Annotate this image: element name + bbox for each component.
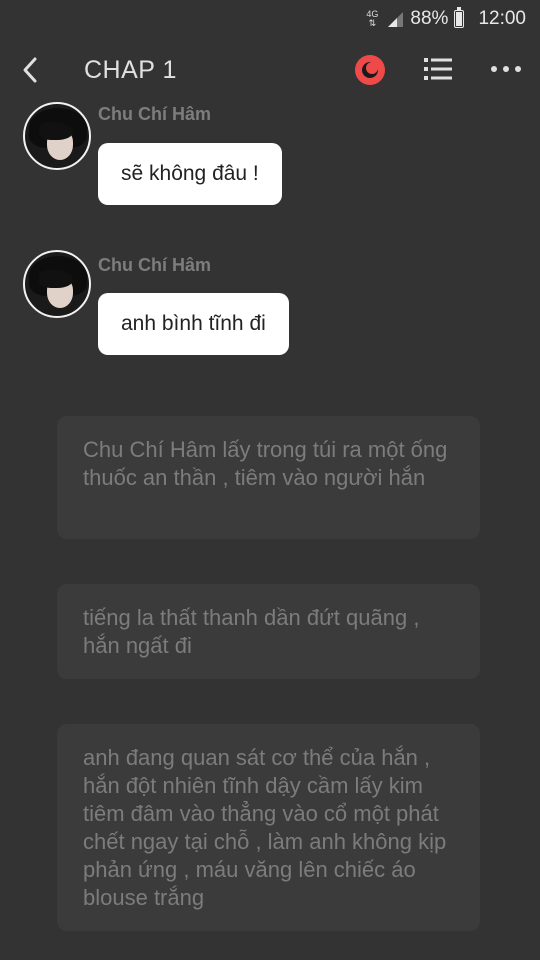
- narration-block: anh đang quan sát cơ thể của hắn , hắn đ…: [57, 724, 480, 931]
- record-button[interactable]: [355, 55, 385, 85]
- chat-content[interactable]: Chu Chí Hâm sẽ không đâu ! Chu Chí Hâm a…: [0, 102, 540, 960]
- battery-percent: 88%: [410, 8, 449, 29]
- list-icon[interactable]: [424, 54, 452, 84]
- back-button[interactable]: [12, 52, 48, 88]
- narration-block: tiếng la thất thanh dần đứt quãng , hắn …: [57, 584, 480, 679]
- app-bar: CHAP 1: [0, 38, 540, 102]
- battery-icon: [454, 7, 465, 28]
- sender-name: Chu Chí Hâm: [98, 104, 212, 124]
- record-icon: [362, 62, 378, 78]
- message-bubble: anh bình tĩnh đi: [98, 293, 289, 355]
- avatar[interactable]: [23, 102, 91, 170]
- sender-name: Chu Chí Hâm: [98, 255, 212, 275]
- page-title: CHAP 1: [84, 56, 177, 84]
- more-horizontal-icon[interactable]: [490, 54, 522, 84]
- chevron-left-icon: [23, 57, 37, 83]
- network-indicator: 4G ⇅: [366, 10, 378, 28]
- status-bar: 4G ⇅ 88% 12:00: [0, 0, 540, 38]
- avatar[interactable]: [23, 250, 91, 318]
- narration-block: Chu Chí Hâm lấy trong túi ra một ống thu…: [57, 416, 480, 539]
- network-arrows-icon: ⇅: [368, 18, 377, 28]
- message-bubble: sẽ không đâu !: [98, 143, 282, 205]
- clock: 12:00: [478, 8, 526, 29]
- signal-icon: [388, 12, 404, 27]
